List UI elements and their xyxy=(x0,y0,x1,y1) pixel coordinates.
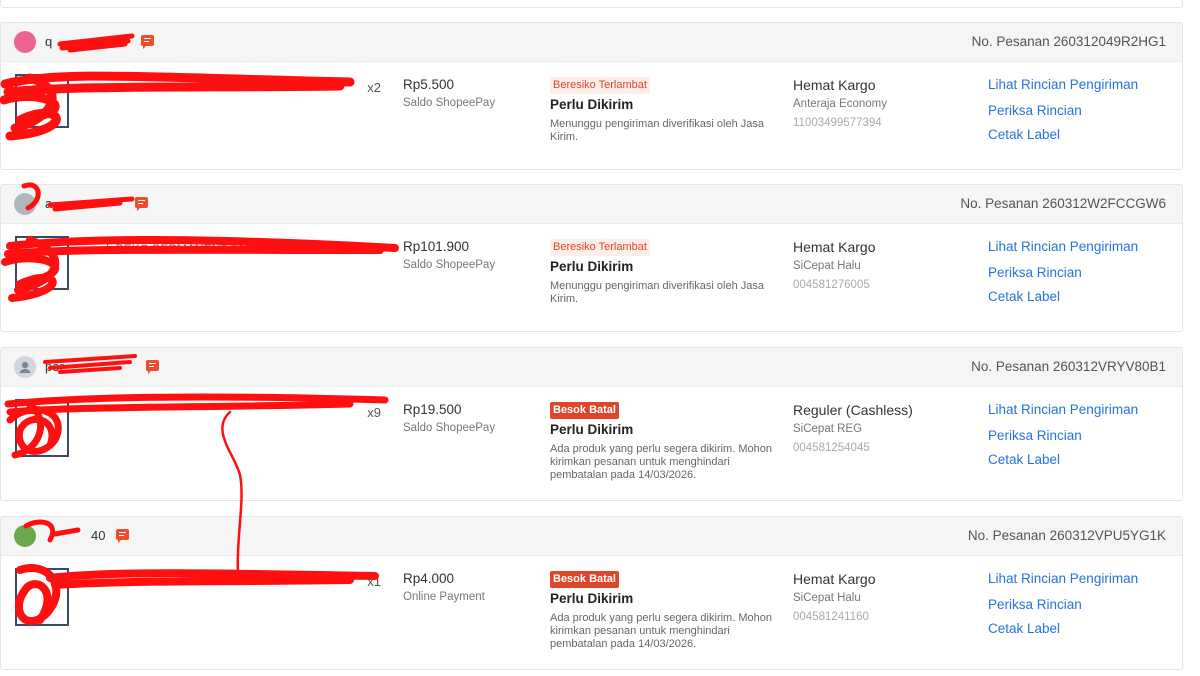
print-label-link[interactable]: Cetak Label xyxy=(988,621,1060,636)
product-thumbnail[interactable] xyxy=(15,236,69,290)
product-thumbnail[interactable] xyxy=(15,399,69,457)
product-thumbnail[interactable] xyxy=(15,74,69,128)
shipping-type: Hemat Kargo xyxy=(793,571,876,587)
order-price: Rp101.900 xyxy=(403,239,470,254)
order-status: Perlu Dikirim xyxy=(550,422,634,437)
order-card-header: 40 No. Pesanan 260312VPU5YG1K xyxy=(1,517,1182,556)
product-quantity: x9 xyxy=(367,405,381,420)
previous-order-card-edge xyxy=(0,0,1183,8)
check-details-link[interactable]: Periksa Rincian xyxy=(988,265,1082,280)
order-card-body: x1 Rp4.000 Online Payment Besok Batal Pe… xyxy=(1,556,1182,656)
view-shipping-details-link[interactable]: Lihat Rincian Pengiriman xyxy=(988,402,1138,417)
order-status: Perlu Dikirim xyxy=(550,591,634,606)
user-avatar-icon[interactable] xyxy=(14,356,36,378)
order-card: q No. Pesanan 260312049R2HG1 x2 Rp5.500 … xyxy=(0,22,1183,170)
order-price: Rp4.000 xyxy=(403,571,455,586)
order-card: 40 No. Pesanan 260312VPU5YG1K x1 Rp4.000… xyxy=(0,516,1183,670)
chat-icon[interactable] xyxy=(135,197,148,211)
user-avatar-icon[interactable] xyxy=(14,193,36,215)
check-details-link[interactable]: Periksa Rincian xyxy=(988,428,1082,443)
product-name: L BEKO PERMANENT TANI xyxy=(106,242,257,256)
order-card-header: per No. Pesanan 260312VRYV80B1 xyxy=(1,348,1182,387)
courier-service: SiCepat REG xyxy=(793,423,863,435)
order-card: a No. Pesanan 260312W2FCCGW6 L BEKO PERM… xyxy=(0,184,1183,332)
order-price: Rp5.500 xyxy=(403,77,455,92)
chat-icon[interactable] xyxy=(146,360,159,374)
courier-service: SiCepat Halu xyxy=(793,260,861,272)
payment-method: Saldo ShopeePay xyxy=(403,422,496,434)
order-number: No. Pesanan 260312049R2HG1 xyxy=(971,34,1166,49)
print-label-link[interactable]: Cetak Label xyxy=(988,127,1060,142)
payment-method: Online Payment xyxy=(403,591,485,603)
order-number: No. Pesanan 260312W2FCCGW6 xyxy=(960,196,1166,211)
order-status: Perlu Dikirim xyxy=(550,259,634,274)
order-card-body: x9 Rp19.500 Saldo ShopeePay Besok Batal … xyxy=(1,387,1182,487)
shop-avatar-icon[interactable] xyxy=(14,31,36,53)
courier-service: SiCepat Halu xyxy=(793,592,861,604)
status-description: Ada produk yang perlu segera dikirim. Mo… xyxy=(550,612,772,650)
order-number: No. Pesanan 260312VPU5YG1K xyxy=(967,528,1166,543)
chat-icon[interactable] xyxy=(141,35,154,49)
order-card-header: a No. Pesanan 260312W2FCCGW6 xyxy=(1,185,1182,224)
order-card-body: L BEKO PERMANENT TANI Rp101.900 Saldo Sh… xyxy=(1,224,1182,324)
check-details-link[interactable]: Periksa Rincian xyxy=(988,103,1082,118)
buyer-name[interactable]: per xyxy=(45,359,64,374)
check-details-link[interactable]: Periksa Rincian xyxy=(988,597,1082,612)
order-card-header: q No. Pesanan 260312049R2HG1 xyxy=(1,23,1182,62)
user-avatar-icon[interactable] xyxy=(14,525,36,547)
tracking-number: 004581276005 xyxy=(793,279,870,291)
view-shipping-details-link[interactable]: Lihat Rincian Pengiriman xyxy=(988,571,1138,586)
tracking-number: 004581241160 xyxy=(793,611,869,623)
print-label-link[interactable]: Cetak Label xyxy=(988,289,1060,304)
view-shipping-details-link[interactable]: Lihat Rincian Pengiriman xyxy=(988,77,1138,92)
payment-method: Saldo ShopeePay xyxy=(403,97,496,109)
order-price: Rp19.500 xyxy=(403,402,462,417)
buyer-name[interactable]: a xyxy=(45,196,52,211)
order-status: Perlu Dikirim xyxy=(550,97,634,112)
status-badge: Besok Batal xyxy=(550,402,619,419)
payment-method: Saldo ShopeePay xyxy=(403,259,496,271)
order-card: per No. Pesanan 260312VRYV80B1 x9 Rp19.5… xyxy=(0,347,1183,501)
order-card-body: x2 Rp5.500 Saldo ShopeePay Beresiko Terl… xyxy=(1,62,1182,162)
status-badge: Beresiko Terlambat xyxy=(550,77,650,94)
status-description: Menunggu pengiriman diverifikasi oleh Ja… xyxy=(550,280,765,305)
shipping-type: Reguler (Cashless) xyxy=(793,402,913,418)
status-description: Ada produk yang perlu segera dikirim. Mo… xyxy=(550,443,772,481)
view-shipping-details-link[interactable]: Lihat Rincian Pengiriman xyxy=(988,239,1138,254)
shipping-type: Hemat Kargo xyxy=(793,239,876,255)
tracking-number: 11003499577394 xyxy=(793,117,882,129)
product-quantity: x1 xyxy=(367,574,381,589)
chat-icon[interactable] xyxy=(116,529,129,543)
print-label-link[interactable]: Cetak Label xyxy=(988,452,1060,467)
buyer-name[interactable]: q xyxy=(45,34,52,49)
status-description: Menunggu pengiriman diverifikasi oleh Ja… xyxy=(550,118,765,143)
tracking-number: 004581254045 xyxy=(793,442,870,454)
courier-service: Anteraja Economy xyxy=(793,98,887,110)
product-quantity: x2 xyxy=(367,80,381,95)
shipping-type: Hemat Kargo xyxy=(793,77,876,93)
status-badge: Besok Batal xyxy=(550,571,619,588)
buyer-name[interactable]: 40 xyxy=(91,528,105,543)
product-thumbnail[interactable] xyxy=(15,568,69,626)
order-number: No. Pesanan 260312VRYV80B1 xyxy=(971,359,1166,374)
status-badge: Beresiko Terlambat xyxy=(550,239,650,256)
